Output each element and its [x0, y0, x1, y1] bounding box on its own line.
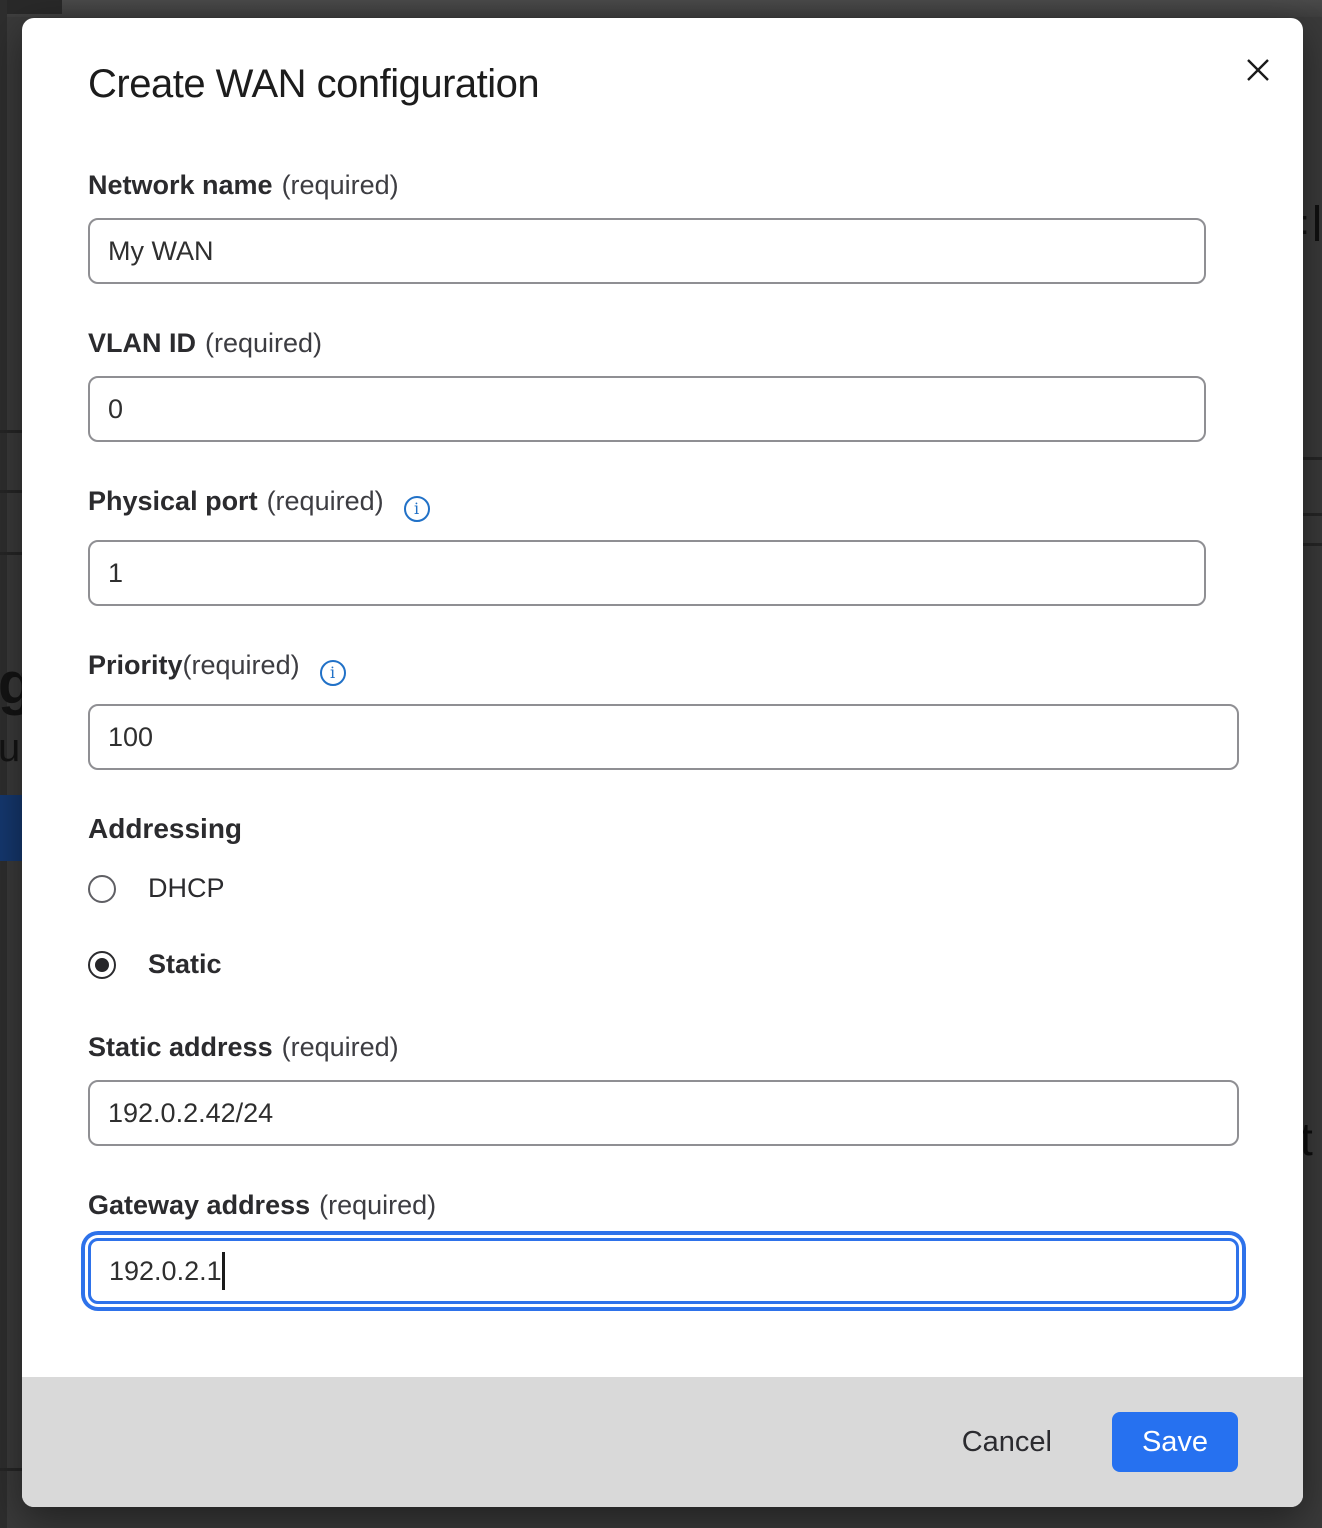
background-table-line: [1303, 513, 1322, 516]
static-address-field: Static address(required): [88, 1032, 1239, 1146]
background-corner-shade: [0, 0, 62, 14]
priority-label: Priority(required)i: [88, 650, 1239, 686]
background-table-line: [0, 490, 22, 493]
priority-field: Priority(required)i: [88, 650, 1239, 770]
static-address-input[interactable]: [88, 1080, 1239, 1146]
network-name-label: Network name(required): [88, 170, 1239, 200]
background-table-line: [0, 430, 22, 433]
network-name-field: Network name(required): [88, 170, 1239, 284]
background-table-line: [1303, 457, 1322, 460]
gateway-address-field: Gateway address(required): [88, 1190, 1239, 1304]
background-top-strip: [0, 0, 1322, 17]
dimmed-overlay: g u : t Create WAN configuration Network…: [0, 0, 1322, 1528]
background-table-line: [1303, 543, 1322, 546]
close-icon: [1238, 50, 1278, 90]
radio-label-dhcp[interactable]: DHCP: [148, 873, 225, 904]
radio-selected-icon[interactable]: [88, 951, 116, 979]
vlan-id-input[interactable]: [88, 376, 1206, 442]
physical-port-field: Physical port(required)i: [88, 486, 1239, 606]
dialog-footer: Cancel Save: [22, 1377, 1303, 1507]
physical-port-label: Physical port(required)i: [88, 486, 1239, 522]
static-address-label: Static address(required): [88, 1032, 1239, 1062]
vlan-id-field: VLAN ID(required): [88, 328, 1239, 442]
network-name-input[interactable]: [88, 218, 1206, 284]
vlan-id-label: VLAN ID(required): [88, 328, 1239, 358]
info-icon[interactable]: i: [320, 660, 346, 686]
gateway-address-label: Gateway address(required): [88, 1190, 1239, 1220]
save-button[interactable]: Save: [1112, 1412, 1238, 1472]
cancel-button[interactable]: Cancel: [952, 1420, 1062, 1465]
radio-option-dhcp[interactable]: DHCP: [88, 873, 1239, 904]
close-button[interactable]: [1238, 50, 1278, 90]
radio-label-static[interactable]: Static: [148, 949, 222, 980]
dialog-content: Create WAN configuration Network name(re…: [22, 18, 1303, 1377]
info-icon[interactable]: i: [404, 496, 430, 522]
radio-unselected-icon[interactable]: [88, 875, 116, 903]
text-cursor: [222, 1252, 225, 1290]
background-text-fragment: [1315, 205, 1319, 241]
background-table-line: [0, 552, 22, 555]
background-table-line: [0, 1468, 22, 1471]
gateway-address-input[interactable]: [88, 1238, 1239, 1304]
background-text-fragment: u: [0, 728, 20, 768]
physical-port-input[interactable]: [88, 540, 1206, 606]
addressing-heading: Addressing: [88, 814, 1239, 844]
dialog-title: Create WAN configuration: [88, 60, 1239, 108]
create-wan-dialog: Create WAN configuration Network name(re…: [22, 18, 1303, 1507]
priority-input[interactable]: [88, 704, 1239, 770]
radio-option-static[interactable]: Static: [88, 949, 1239, 980]
